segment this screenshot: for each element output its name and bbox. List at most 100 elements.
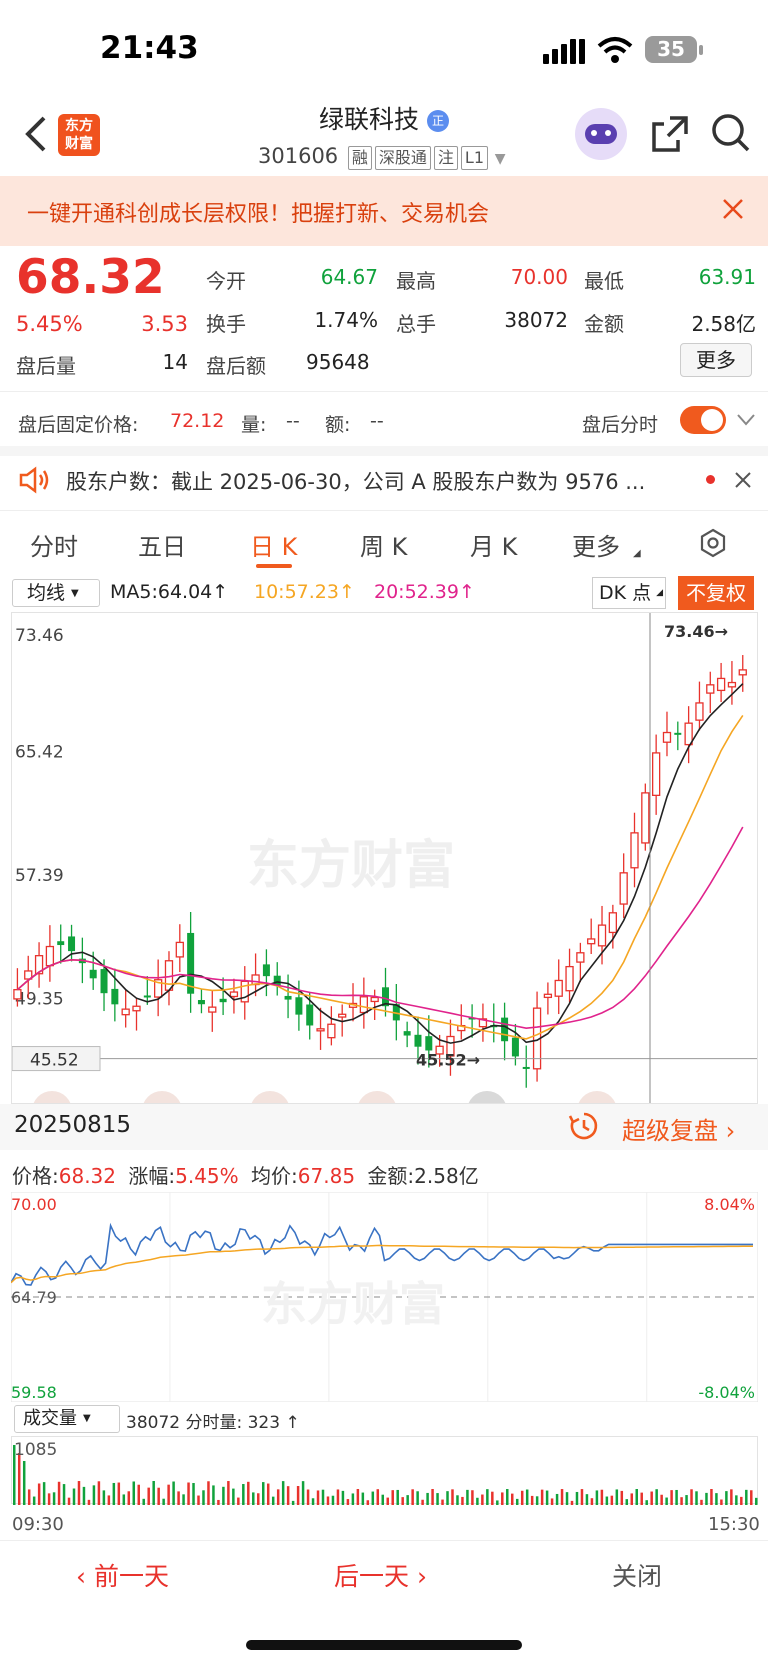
tab-five-day[interactable]: 五日 [138, 527, 186, 562]
share-icon[interactable] [650, 114, 690, 158]
speaker-icon [18, 466, 50, 498]
candle-body [219, 998, 227, 1003]
volume-bar [660, 1494, 663, 1505]
prev-day-button[interactable]: ‹ 前一天 [76, 1557, 169, 1593]
candle-body [511, 1037, 519, 1057]
after-vol-value: -- [286, 410, 300, 432]
tab-daily-k[interactable]: 日 K [250, 527, 297, 562]
open-value: 64.67 [320, 265, 378, 289]
kline-y-label: 73.46 [15, 626, 64, 646]
volume-bar [67, 1497, 71, 1505]
volume-bar [192, 1483, 195, 1505]
candle-body [89, 969, 97, 979]
candle-body [295, 997, 303, 1015]
candle-body [727, 681, 737, 688]
badge-level: L1 [460, 146, 488, 170]
volume-bar [371, 1491, 375, 1505]
battery-icon: 35 [645, 36, 697, 63]
volume-bar [92, 1485, 96, 1505]
candle-body [284, 995, 292, 1000]
dk-point-button[interactable]: DK 点 ◢ [592, 577, 666, 609]
volume-bar [655, 1489, 658, 1505]
vol-info: 38072 分时量: 323 ↑ [126, 1413, 300, 1433]
intraday-chart[interactable]: 东方财富 70.00 64.79 59.58 8.04% -8.04% [10, 1191, 759, 1403]
after-amt-value: -- [370, 410, 384, 432]
tab-monthly-k[interactable]: 月 K [470, 527, 517, 562]
candle-body [652, 752, 661, 797]
volume-bar [262, 1482, 265, 1505]
settings-icon[interactable] [698, 528, 728, 562]
close-button[interactable]: 关闭 [612, 1557, 662, 1593]
promo-banner[interactable]: 一键开通科创成长层权限！把握打新、交易机会 [0, 176, 768, 246]
fixed-price-label: 盘后固定价格: [18, 414, 139, 436]
wifi-icon [597, 36, 633, 68]
ma-selector[interactable]: 均线 ▼ [12, 579, 100, 607]
volume-bar [301, 1481, 305, 1505]
fuquan-button[interactable]: 不复权 [678, 576, 754, 610]
history-icon[interactable] [568, 1110, 600, 1146]
volume-bar [306, 1489, 310, 1505]
kline-chart[interactable]: 73.46 65.42 57.39 49.35 东方财富 45.52 45.52→ 73.46… [11, 612, 758, 1104]
candle-body [738, 669, 747, 676]
volume-bar [162, 1498, 165, 1505]
vol-selector[interactable]: 成交量 ▼ [14, 1405, 120, 1433]
chevron-down-icon[interactable] [736, 412, 756, 431]
volume-bar [266, 1483, 270, 1505]
candle-body [414, 1034, 422, 1047]
candle-body [543, 993, 553, 999]
news-close-icon[interactable] [734, 471, 752, 493]
volume-bar [605, 1496, 609, 1505]
candle-body [501, 1017, 509, 1042]
volume-bar [32, 1496, 36, 1505]
volume-bar [127, 1491, 131, 1505]
candle-body [273, 975, 281, 986]
volume-bar [286, 1486, 290, 1505]
after-vol-label: 盘后量 [16, 354, 76, 378]
timeshare-toggle[interactable] [680, 406, 726, 434]
candle-body [68, 936, 76, 952]
tab-timeshare[interactable]: 分时 [30, 527, 78, 562]
volume-bar [755, 1497, 758, 1505]
ma5-value: MA5:64.04↑ [110, 581, 229, 603]
volume-bar [610, 1495, 614, 1505]
after-vol: 14 [162, 350, 188, 374]
more-button[interactable]: 更多 [680, 343, 752, 377]
volume-bar [705, 1492, 708, 1505]
kline-control-button [33, 1091, 71, 1103]
volume-value: 38072 [504, 308, 568, 332]
volume-bar [456, 1495, 459, 1505]
volume-bar [82, 1486, 86, 1505]
volume-bar [187, 1482, 190, 1505]
intraday-pct-bot: -8.04% [698, 1383, 755, 1402]
volume-bar [665, 1497, 668, 1505]
search-icon[interactable] [710, 112, 752, 158]
volume-bar [57, 1481, 61, 1505]
volume-bar [645, 1500, 648, 1505]
next-day-button[interactable]: 后一天 › [334, 1557, 427, 1593]
candle-body [576, 952, 585, 963]
super-review-link[interactable]: 超级复盘 › [622, 1111, 735, 1146]
volume-bar [222, 1486, 225, 1505]
tab-more[interactable]: 更多 [572, 527, 620, 562]
volume-chart [11, 1436, 758, 1505]
intraday-watermark: 东方财富 [261, 1277, 445, 1331]
close-icon[interactable] [722, 198, 744, 224]
candle-body [229, 991, 239, 998]
volume-bar [640, 1492, 643, 1505]
volume-bar [37, 1483, 41, 1505]
candle-body [716, 677, 726, 692]
stock-code: 301606 [258, 144, 339, 168]
volume-bar [745, 1489, 748, 1505]
tab-weekly-k[interactable]: 周 K [360, 527, 407, 562]
volume-bar [685, 1495, 688, 1505]
after-vol-label2: 量: [241, 414, 267, 436]
robot-avatar[interactable] [575, 108, 627, 160]
volume-bar [212, 1485, 215, 1505]
volume-bar [291, 1500, 295, 1505]
news-text[interactable]: 股东户数：截止 2025-06-30，公司 A 股股东户数为 9576 ... [66, 466, 686, 496]
volume-bar [560, 1489, 564, 1505]
dropdown-icon[interactable]: ▼ [495, 151, 506, 167]
volume-bar [730, 1489, 733, 1505]
candle-body [370, 996, 379, 1003]
volume-bar [690, 1489, 693, 1505]
